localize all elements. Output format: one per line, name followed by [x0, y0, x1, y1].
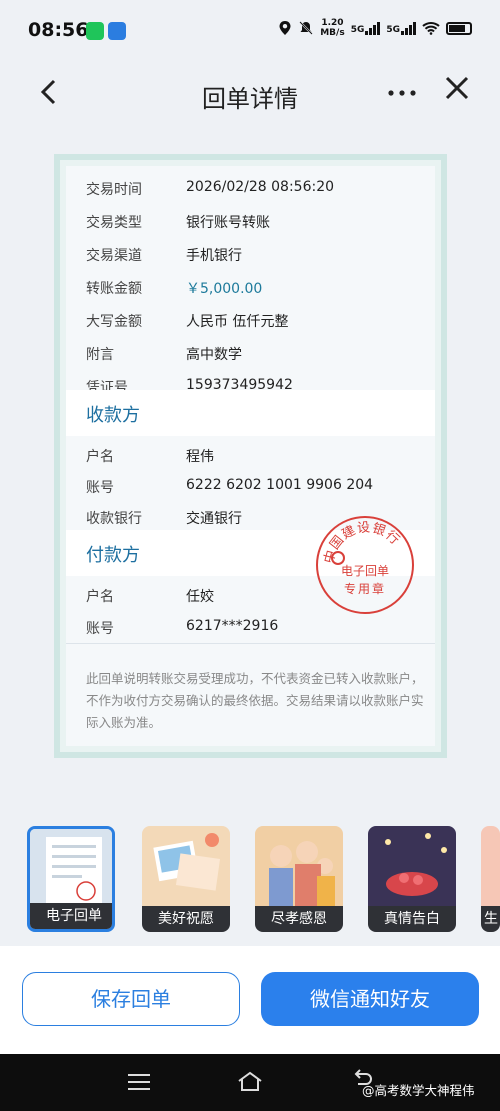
- receipt-row-type: 交易类型 银行账号转账: [66, 205, 435, 237]
- receipt-row-amount-words: 大写金额 人民币 伍仟元整: [66, 304, 435, 336]
- row-label: 附言: [86, 347, 114, 363]
- row-label: 大写金额: [86, 314, 142, 330]
- receipt-row-time: 交易时间 2026/02/28 08:56:20: [66, 172, 435, 204]
- close-icon[interactable]: [443, 74, 471, 102]
- payee-row-name: 户名 程伟: [66, 439, 435, 471]
- row-value: 交通银行: [186, 511, 242, 527]
- row-label: 交易渠道: [86, 248, 142, 264]
- page-title: 回单详情: [202, 85, 298, 113]
- payee-row-account: 账号 6222 6202 1001 9906 204: [66, 470, 435, 502]
- network-label-2: 5G: [386, 25, 400, 35]
- app-notification-icon: [108, 22, 126, 40]
- network-speed: 1.20 MB/s: [320, 18, 344, 38]
- row-value: 程伟: [186, 449, 214, 465]
- row-label: 户名: [86, 449, 114, 465]
- action-bar: 保存回单 微信通知好友: [0, 946, 500, 1054]
- row-value: 银行账号转账: [186, 215, 270, 231]
- birthday-illustration-icon: [481, 826, 500, 906]
- template-love-confession[interactable]: 真情告白: [368, 826, 456, 932]
- row-label: 交易类型: [86, 215, 142, 231]
- wechat-notify-button[interactable]: 微信通知好友: [261, 972, 479, 1026]
- row-value: 2026/02/28 08:56:20: [186, 179, 335, 195]
- row-label: 收款银行: [86, 511, 142, 527]
- receipt-row-channel: 交易渠道 手机银行: [66, 238, 435, 270]
- seal-arc-label: 中国建设银行: [322, 520, 402, 565]
- wishes-illustration-icon: [142, 826, 230, 906]
- receipt-content: 交易时间 2026/02/28 08:56:20 交易类型 银行账号转账 交易渠…: [66, 166, 435, 746]
- home-icon[interactable]: [236, 1070, 264, 1092]
- wifi-icon: [422, 22, 440, 35]
- receipt-row-remark: 附言 高中数学: [66, 337, 435, 369]
- location-icon: [279, 21, 291, 35]
- template-best-wishes[interactable]: 美好祝愿: [142, 826, 230, 932]
- divider: [66, 643, 435, 644]
- signal-bars-icon: [365, 21, 381, 35]
- status-time: 08:56: [28, 19, 89, 41]
- template-label: 生: [481, 906, 500, 932]
- receipt-template-strip: 电子回单 美好祝愿 尽孝感恩 真情告白 生: [0, 826, 500, 936]
- row-label: 交易时间: [86, 182, 142, 198]
- receipt-disclaimer: 此回单说明转账交易受理成功，不代表资金已转入收款账户，不作为收付方交易确认的最终…: [86, 671, 424, 730]
- section-title: 收款方: [86, 405, 140, 426]
- row-value: 高中数学: [186, 347, 242, 363]
- romance-illustration-icon: [368, 826, 456, 906]
- receipt-document-icon: [30, 829, 112, 909]
- battery-icon: [446, 21, 472, 35]
- row-label: 转账金额: [86, 281, 142, 297]
- header: 回单详情: [0, 62, 500, 124]
- seal-line-1: 电子回单: [340, 564, 389, 578]
- section-title: 付款方: [86, 545, 140, 566]
- status-indicators: 1.20 MB/s 5G 5G: [278, 18, 472, 38]
- network-label-1: 5G: [350, 25, 365, 35]
- row-label: 账号: [86, 480, 114, 496]
- row-value: 任姣: [186, 589, 214, 605]
- row-label: 账号: [86, 621, 114, 637]
- row-value: 手机银行: [186, 248, 242, 264]
- svg-text:中国建设银行: 中国建设银行: [322, 520, 403, 565]
- save-receipt-button[interactable]: 保存回单: [22, 972, 240, 1026]
- template-label: 电子回单: [30, 903, 112, 929]
- family-illustration-icon: [255, 826, 343, 906]
- receipt-card: 交易时间 2026/02/28 08:56:20 交易类型 银行账号转账 交易渠…: [54, 154, 447, 758]
- receipt-row-amount: 转账金额 ￥5,000.00: [66, 271, 435, 303]
- payee-section-header: 收款方: [66, 390, 435, 436]
- menu-icon[interactable]: [128, 1074, 150, 1090]
- transfer-amount: ￥5,000.00: [186, 281, 263, 297]
- bank-seal-stamp: 中国建设银行 电子回单 专用章: [316, 516, 414, 614]
- row-value: 人民币 伍仟元整: [186, 314, 289, 330]
- template-label: 美好祝愿: [142, 906, 230, 932]
- template-label: 真情告白: [368, 906, 456, 932]
- template-label: 尽孝感恩: [255, 906, 343, 932]
- signal-5g-2: 5G: [386, 21, 416, 35]
- mute-icon: [299, 21, 313, 35]
- status-bar: 08:56 1.20 MB/s 5G 5G: [0, 0, 500, 62]
- signal-5g-1: 5G: [351, 21, 381, 35]
- template-birthday[interactable]: 生: [481, 826, 500, 932]
- seal-line-2: 专用章: [343, 582, 386, 596]
- network-speed-value: 1.20: [321, 18, 344, 28]
- wechat-notification-icon: [86, 22, 104, 40]
- more-horizontal-icon[interactable]: [386, 78, 418, 108]
- weibo-watermark: @高考数学大神程伟: [362, 1083, 475, 1098]
- template-filial-thanks[interactable]: 尽孝感恩: [255, 826, 343, 932]
- row-value: 6222 6202 1001 9906 204: [186, 477, 374, 493]
- signal-bars-icon: [401, 21, 416, 35]
- template-e-receipt[interactable]: 电子回单: [27, 826, 115, 932]
- row-value: 6217***2916: [186, 618, 279, 634]
- network-speed-unit: MB/s: [320, 28, 345, 38]
- row-label: 户名: [86, 589, 114, 605]
